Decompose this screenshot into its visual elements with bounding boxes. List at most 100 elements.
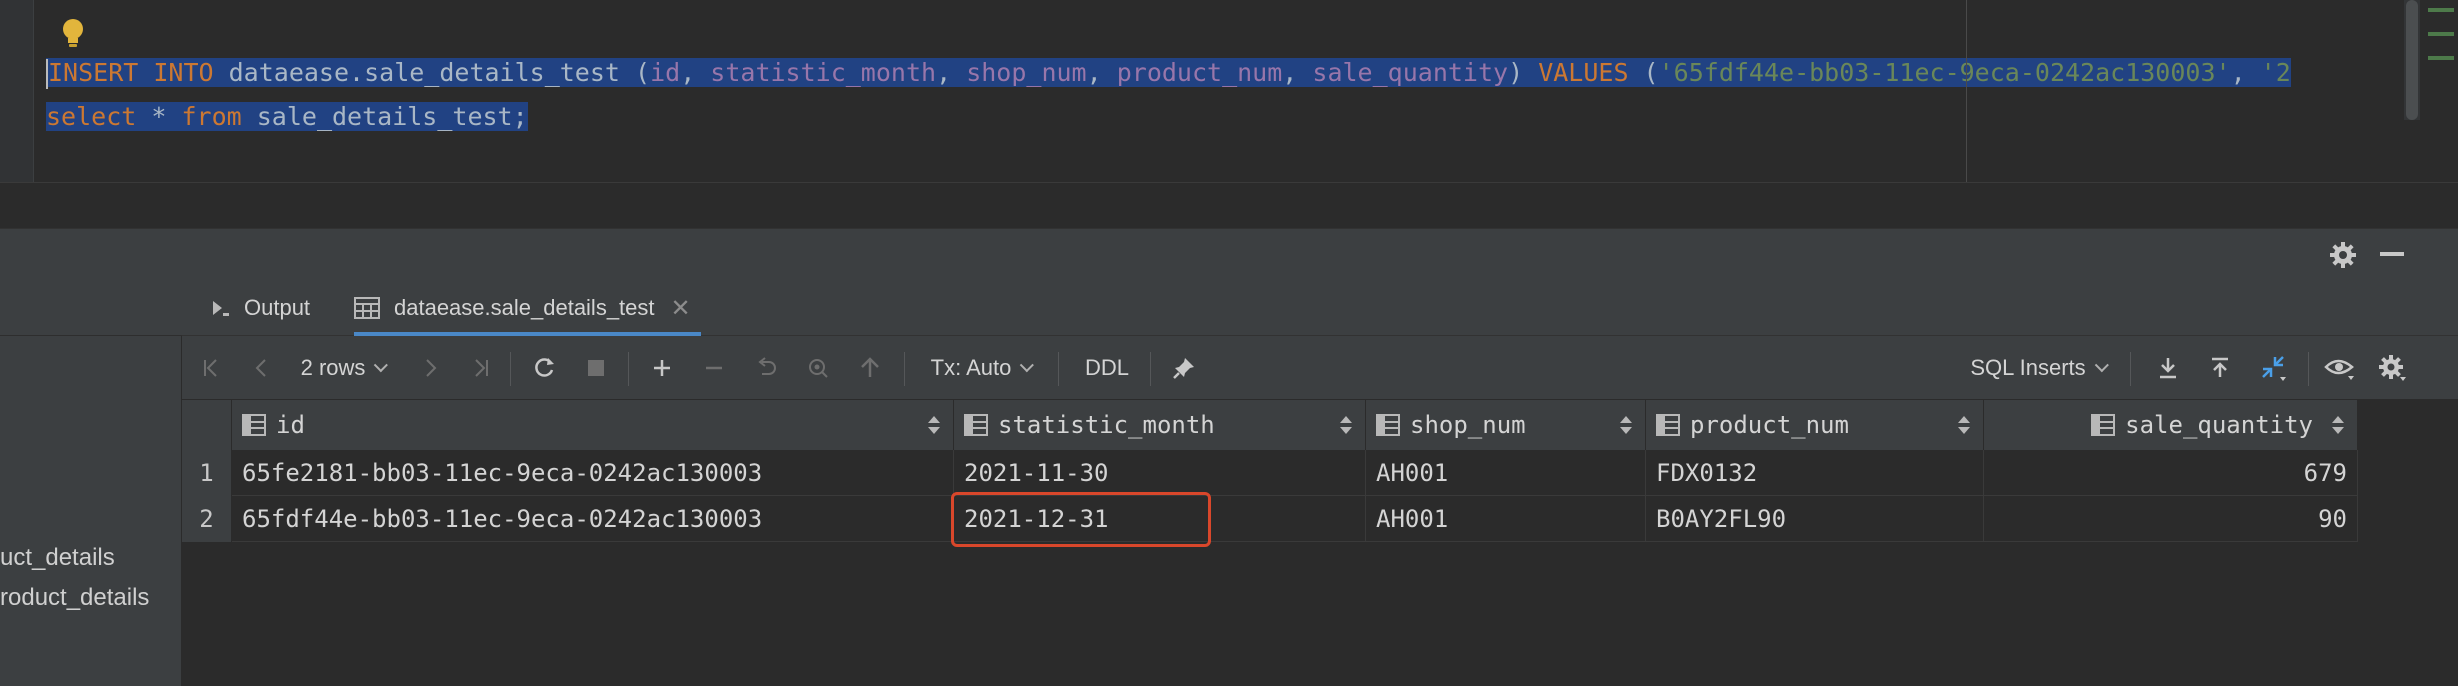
tree-item-product-details-2[interactable]: roduct_details — [0, 584, 149, 612]
sql-token: select — [46, 102, 137, 131]
submit-button[interactable] — [852, 336, 888, 400]
toolbar-separator — [1058, 352, 1059, 386]
rows-count-label: 2 rows — [300, 355, 366, 380]
arrow-up-icon — [861, 357, 879, 377]
close-icon[interactable]: ✕ — [671, 294, 691, 323]
editor-line-insert[interactable]: INSERT INTO dataease.sale_details_test (… — [46, 54, 2416, 92]
ddl-button[interactable]: DDL — [1074, 336, 1140, 400]
editor-scrollbar-thumb[interactable] — [2406, 0, 2418, 120]
page-size-select[interactable]: 2 rows — [294, 336, 390, 400]
tab-output-label: Output — [244, 295, 311, 320]
delete-row-button[interactable] — [696, 336, 732, 400]
tree-item-product-details[interactable]: uct_details — [0, 544, 115, 572]
export-format-select[interactable]: SQL Inserts — [1962, 336, 2112, 400]
sql-token: dataease.sale_details_test ( — [213, 58, 651, 87]
transaction-mode-select[interactable]: Tx: Auto — [920, 336, 1040, 400]
cell-shop-num[interactable]: AH001 — [1366, 496, 1646, 542]
tab-output[interactable]: Output — [210, 280, 310, 336]
table-icon — [354, 297, 380, 319]
chevron-left-icon — [255, 359, 266, 377]
cell-product-num[interactable]: B0AY2FL90 — [1646, 496, 1984, 542]
row-number[interactable]: 1 — [182, 450, 232, 496]
eye-search-icon — [809, 359, 828, 378]
cell-id[interactable]: 65fdf44e-bb03-11ec-9eca-0242ac130003 — [232, 496, 954, 542]
cell-statistic-month[interactable]: 2021-11-30 — [954, 450, 1366, 496]
sql-token: , — [1282, 58, 1313, 87]
grid-settings-button[interactable] — [2372, 336, 2412, 400]
sort-icon[interactable] — [1619, 414, 1633, 436]
column-header-statistic-month[interactable]: statistic_month — [954, 400, 1366, 450]
export-data-button[interactable] — [2150, 336, 2186, 400]
add-row-button[interactable] — [644, 336, 680, 400]
view-options-button[interactable] — [2320, 336, 2360, 400]
column-icon — [242, 414, 266, 436]
column-header-product-num[interactable]: product_num — [1646, 400, 1984, 450]
compare-button[interactable] — [2254, 336, 2294, 400]
previous-page-button[interactable] — [244, 336, 280, 400]
first-page-button[interactable] — [194, 336, 230, 400]
revert-button[interactable] — [748, 336, 784, 400]
chevron-right-icon — [426, 359, 437, 377]
tx-mode-label: Tx: Auto — [930, 355, 1012, 380]
table-row[interactable]: 1 65fe2181-bb03-11ec-9eca-0242ac130003 2… — [182, 450, 2358, 496]
sql-editor[interactable]: INSERT INTO dataease.sale_details_test (… — [0, 0, 2458, 182]
cancel-running-button[interactable] — [578, 336, 614, 400]
highlight-annotation-box — [951, 492, 1211, 547]
gear-icon[interactable] — [2328, 240, 2358, 270]
sql-token: sale_details_test; — [241, 102, 528, 131]
change-markers — [2428, 8, 2458, 118]
row-number[interactable]: 2 — [182, 496, 232, 542]
result-tabs: Output dataease.sale_details_test ✕ — [182, 280, 2458, 336]
column-header-sale-quantity[interactable]: sale_quantity — [1984, 400, 2358, 450]
result-toolbar: 2 rows Tx: Auto DDL SQL Inserts — [182, 336, 2458, 400]
download-icon — [2160, 358, 2176, 379]
cell-product-num[interactable]: FDX0132 — [1646, 450, 1984, 496]
cell-id[interactable]: 65fe2181-bb03-11ec-9eca-0242ac130003 — [232, 450, 954, 496]
sql-token: INSERT INTO — [48, 58, 214, 87]
editor-bottom-area — [0, 182, 2458, 228]
minimize-icon[interactable] — [2380, 252, 2404, 256]
first-page-icon — [204, 359, 217, 377]
toolbar-separator — [2130, 352, 2131, 386]
column-header-id[interactable]: id — [232, 400, 954, 450]
sql-token: ( — [1628, 58, 1659, 87]
sql-token: product_num — [1116, 58, 1283, 87]
sql-token: '2 — [2260, 58, 2291, 87]
sql-token: , — [2230, 58, 2261, 87]
reload-button[interactable] — [526, 336, 562, 400]
pin-tab-button[interactable] — [1164, 336, 1204, 400]
eye-icon — [2324, 359, 2354, 380]
last-page-button[interactable] — [462, 336, 498, 400]
tab-result-label: dataease.sale_details_test — [394, 295, 655, 320]
column-header-label: sale_quantity — [2125, 411, 2313, 439]
services-toolwindow-header — [0, 228, 2458, 280]
column-icon — [1656, 414, 1680, 436]
toolbar-separator — [2308, 352, 2309, 386]
export-format-label: SQL Inserts — [1970, 355, 2086, 380]
view-query-button[interactable] — [800, 336, 836, 400]
next-page-button[interactable] — [412, 336, 448, 400]
sort-icon[interactable] — [927, 414, 941, 436]
sql-token: , — [1086, 58, 1117, 87]
sort-icon[interactable] — [2331, 414, 2345, 436]
sort-icon[interactable] — [1957, 414, 1971, 436]
sql-token: id — [650, 58, 681, 87]
import-data-button[interactable] — [2202, 336, 2238, 400]
chevron-down-icon — [374, 358, 389, 373]
column-header-label: id — [276, 411, 305, 439]
sql-token: * — [136, 102, 182, 131]
toolbar-separator — [1150, 352, 1151, 386]
lightbulb-icon[interactable] — [58, 16, 88, 52]
sort-icon[interactable] — [1339, 414, 1353, 436]
chevron-down-icon — [1020, 358, 1035, 373]
column-header-shop-num[interactable]: shop_num — [1366, 400, 1646, 450]
cell-sale-quantity[interactable]: 679 — [1984, 450, 2358, 496]
editor-line-select[interactable]: select * from sale_details_test; — [46, 98, 528, 136]
tab-result-table[interactable]: dataease.sale_details_test ✕ — [354, 280, 701, 336]
table-row[interactable]: 2 65fdf44e-bb03-11ec-9eca-0242ac130003 2… — [182, 496, 2358, 542]
cell-sale-quantity[interactable]: 90 — [1984, 496, 2358, 542]
sql-token: , — [936, 58, 967, 87]
compare-arrows-icon — [2262, 356, 2286, 381]
cell-shop-num[interactable]: AH001 — [1366, 450, 1646, 496]
column-header-label: shop_num — [1410, 411, 1526, 439]
